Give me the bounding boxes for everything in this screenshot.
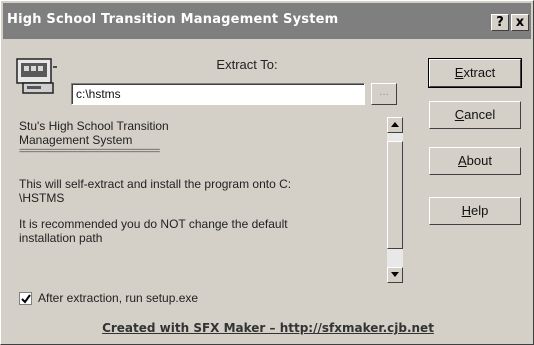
message-install-line2: \HSTMS: [19, 191, 65, 205]
message-area: Stu's High School Transition Management …: [15, 113, 399, 285]
message-text: Stu's High School Transition Management …: [19, 119, 379, 245]
help-caption-button[interactable]: ?: [491, 14, 509, 31]
help-button-label: elp: [471, 203, 489, 218]
message-recommend-line2: installation path: [19, 231, 103, 245]
cancel-button-mnemonic: C: [454, 107, 465, 122]
extract-button-label: xtract: [463, 65, 496, 80]
run-setup-label[interactable]: After extraction, run setup.exe: [38, 291, 198, 305]
checkmark-icon: [21, 294, 31, 304]
window-title: High School Transition Management System: [7, 12, 339, 27]
cancel-button[interactable]: Cancel: [429, 101, 521, 129]
scroll-down-button[interactable]: [387, 267, 403, 283]
message-install-line1: This will self-extract and install the p…: [19, 177, 292, 191]
cancel-button-label: ancel: [464, 107, 496, 122]
message-title-line2: Management System: [19, 133, 133, 147]
sfx-dialog-window: High School Transition Management System…: [0, 0, 534, 345]
arrow-up-icon: [391, 122, 399, 127]
about-button-label: bout: [466, 153, 492, 168]
sfx-maker-link[interactable]: Created with SFX Maker – http://sfxmaker…: [1, 321, 534, 335]
run-setup-checkbox[interactable]: [19, 292, 32, 305]
title-bar[interactable]: High School Transition Management System…: [3, 3, 531, 39]
help-button-mnemonic: H: [461, 203, 472, 218]
message-scrollbar[interactable]: [387, 117, 403, 283]
installer-computer-icon: [16, 58, 57, 94]
message-title-line1: Stu's High School Transition: [19, 119, 169, 133]
message-recommend-line1: It is recommended you do NOT change the …: [19, 217, 288, 231]
extract-to-label: Extract To:: [216, 57, 278, 72]
browse-button[interactable]: ...: [371, 83, 397, 105]
scroll-thumb[interactable]: [387, 141, 403, 249]
help-button[interactable]: Help: [429, 197, 521, 225]
arrow-down-icon: [391, 272, 399, 277]
extract-path-input[interactable]: [71, 83, 365, 105]
scroll-up-button[interactable]: [387, 117, 403, 133]
close-caption-button[interactable]: x: [511, 14, 529, 31]
about-button-mnemonic: A: [458, 153, 467, 168]
extract-button[interactable]: Extract: [428, 58, 522, 88]
message-separator: =============================: [19, 146, 160, 157]
about-button[interactable]: About: [429, 147, 521, 175]
